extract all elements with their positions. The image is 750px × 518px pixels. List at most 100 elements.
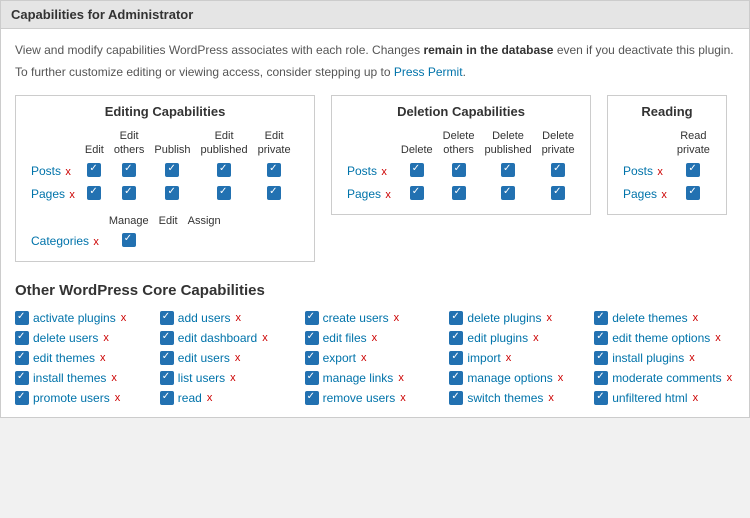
checkbox-icon[interactable] xyxy=(165,186,179,200)
posts-remove[interactable]: x xyxy=(65,166,71,178)
checkbox-icon[interactable] xyxy=(449,311,463,325)
cap-name[interactable]: activate plugins xyxy=(33,311,116,325)
read-posts-link[interactable]: Posts xyxy=(623,164,653,178)
checkbox-icon[interactable] xyxy=(122,163,136,177)
cap-remove[interactable]: x xyxy=(262,332,268,344)
del-pages-link[interactable]: Pages xyxy=(347,187,381,201)
cap-name[interactable]: export xyxy=(323,351,356,365)
press-permit-link[interactable]: Press Permit xyxy=(394,65,463,79)
cap-remove[interactable]: x xyxy=(548,392,554,404)
categories-remove[interactable]: x xyxy=(93,236,99,248)
checkbox-icon[interactable] xyxy=(15,371,29,385)
read-pages-remove[interactable]: x xyxy=(661,189,667,201)
cap-remove[interactable]: x xyxy=(103,332,109,344)
cap-remove[interactable]: x xyxy=(100,352,106,364)
checkbox-icon[interactable] xyxy=(594,351,608,365)
checkbox-icon[interactable] xyxy=(551,186,565,200)
checkbox-icon[interactable] xyxy=(165,163,179,177)
cap-name[interactable]: read xyxy=(178,391,202,405)
cap-name[interactable]: moderate comments xyxy=(612,371,721,385)
cap-name[interactable]: edit files xyxy=(323,331,367,345)
categories-link[interactable]: Categories xyxy=(31,234,89,248)
checkbox-icon[interactable] xyxy=(160,331,174,345)
cap-remove[interactable]: x xyxy=(546,312,552,324)
cap-name[interactable]: manage links xyxy=(323,371,394,385)
posts-link[interactable]: Posts xyxy=(31,164,61,178)
checkbox-icon[interactable] xyxy=(449,351,463,365)
checkbox-icon[interactable] xyxy=(594,391,608,405)
cap-remove[interactable]: x xyxy=(115,392,121,404)
del-posts-remove[interactable]: x xyxy=(381,166,387,178)
cap-name[interactable]: import xyxy=(467,351,500,365)
cap-remove[interactable]: x xyxy=(207,392,213,404)
checkbox-icon[interactable] xyxy=(15,351,29,365)
checkbox-icon[interactable] xyxy=(449,371,463,385)
cap-name[interactable]: add users xyxy=(178,311,231,325)
checkbox-icon[interactable] xyxy=(160,391,174,405)
cap-remove[interactable]: x xyxy=(727,372,733,384)
checkbox-icon[interactable] xyxy=(449,331,463,345)
checkbox-icon[interactable] xyxy=(305,391,319,405)
checkbox-icon[interactable] xyxy=(686,186,700,200)
cap-name[interactable]: unfiltered html xyxy=(612,391,687,405)
checkbox-icon[interactable] xyxy=(452,163,466,177)
cap-remove[interactable]: x xyxy=(235,352,241,364)
checkbox-icon[interactable] xyxy=(501,186,515,200)
cap-remove[interactable]: x xyxy=(372,332,378,344)
cap-remove[interactable]: x xyxy=(236,312,242,324)
checkbox-icon[interactable] xyxy=(501,163,515,177)
checkbox-icon[interactable] xyxy=(160,371,174,385)
checkbox-icon[interactable] xyxy=(87,163,101,177)
cap-name[interactable]: edit plugins xyxy=(467,331,528,345)
checkbox-icon[interactable] xyxy=(305,311,319,325)
checkbox-icon[interactable] xyxy=(594,331,608,345)
cap-name[interactable]: create users xyxy=(323,311,389,325)
checkbox-icon[interactable] xyxy=(452,186,466,200)
checkbox-icon[interactable] xyxy=(160,311,174,325)
checkbox-icon[interactable] xyxy=(87,186,101,200)
cap-remove[interactable]: x xyxy=(693,312,699,324)
cap-name[interactable]: install plugins xyxy=(612,351,684,365)
cap-remove[interactable]: x xyxy=(558,372,564,384)
cap-name[interactable]: edit themes xyxy=(33,351,95,365)
cap-name[interactable]: promote users xyxy=(33,391,110,405)
cap-remove[interactable]: x xyxy=(693,392,699,404)
cap-remove[interactable]: x xyxy=(111,372,117,384)
cap-name[interactable]: edit dashboard xyxy=(178,331,257,345)
cap-name[interactable]: delete themes xyxy=(612,311,687,325)
checkbox-icon[interactable] xyxy=(305,331,319,345)
checkbox-icon[interactable] xyxy=(305,351,319,365)
cap-name[interactable]: list users xyxy=(178,371,225,385)
cap-name[interactable]: manage options xyxy=(467,371,552,385)
checkbox-icon[interactable] xyxy=(686,163,700,177)
del-pages-remove[interactable]: x xyxy=(385,189,391,201)
cap-name[interactable]: remove users xyxy=(323,391,396,405)
checkbox-icon[interactable] xyxy=(217,163,231,177)
cap-name[interactable]: edit theme options xyxy=(612,331,710,345)
cap-remove[interactable]: x xyxy=(533,332,539,344)
checkbox-icon[interactable] xyxy=(15,331,29,345)
checkbox-icon[interactable] xyxy=(160,351,174,365)
checkbox-icon[interactable] xyxy=(122,186,136,200)
cap-name[interactable]: edit users xyxy=(178,351,230,365)
cap-remove[interactable]: x xyxy=(689,352,695,364)
pages-remove[interactable]: x xyxy=(69,189,75,201)
checkbox-icon[interactable] xyxy=(267,163,281,177)
cap-remove[interactable]: x xyxy=(715,332,721,344)
checkbox-icon[interactable] xyxy=(410,163,424,177)
checkbox-icon[interactable] xyxy=(267,186,281,200)
cap-remove[interactable]: x xyxy=(230,372,236,384)
cap-name[interactable]: delete users xyxy=(33,331,98,345)
checkbox-icon[interactable] xyxy=(15,311,29,325)
checkbox-icon[interactable] xyxy=(551,163,565,177)
cap-remove[interactable]: x xyxy=(398,372,404,384)
checkbox-icon[interactable] xyxy=(122,233,136,247)
checkbox-icon[interactable] xyxy=(594,371,608,385)
pages-link[interactable]: Pages xyxy=(31,187,65,201)
read-posts-remove[interactable]: x xyxy=(657,166,663,178)
checkbox-icon[interactable] xyxy=(217,186,231,200)
checkbox-icon[interactable] xyxy=(449,391,463,405)
checkbox-icon[interactable] xyxy=(305,371,319,385)
cap-remove[interactable]: x xyxy=(506,352,512,364)
cap-name[interactable]: install themes xyxy=(33,371,106,385)
